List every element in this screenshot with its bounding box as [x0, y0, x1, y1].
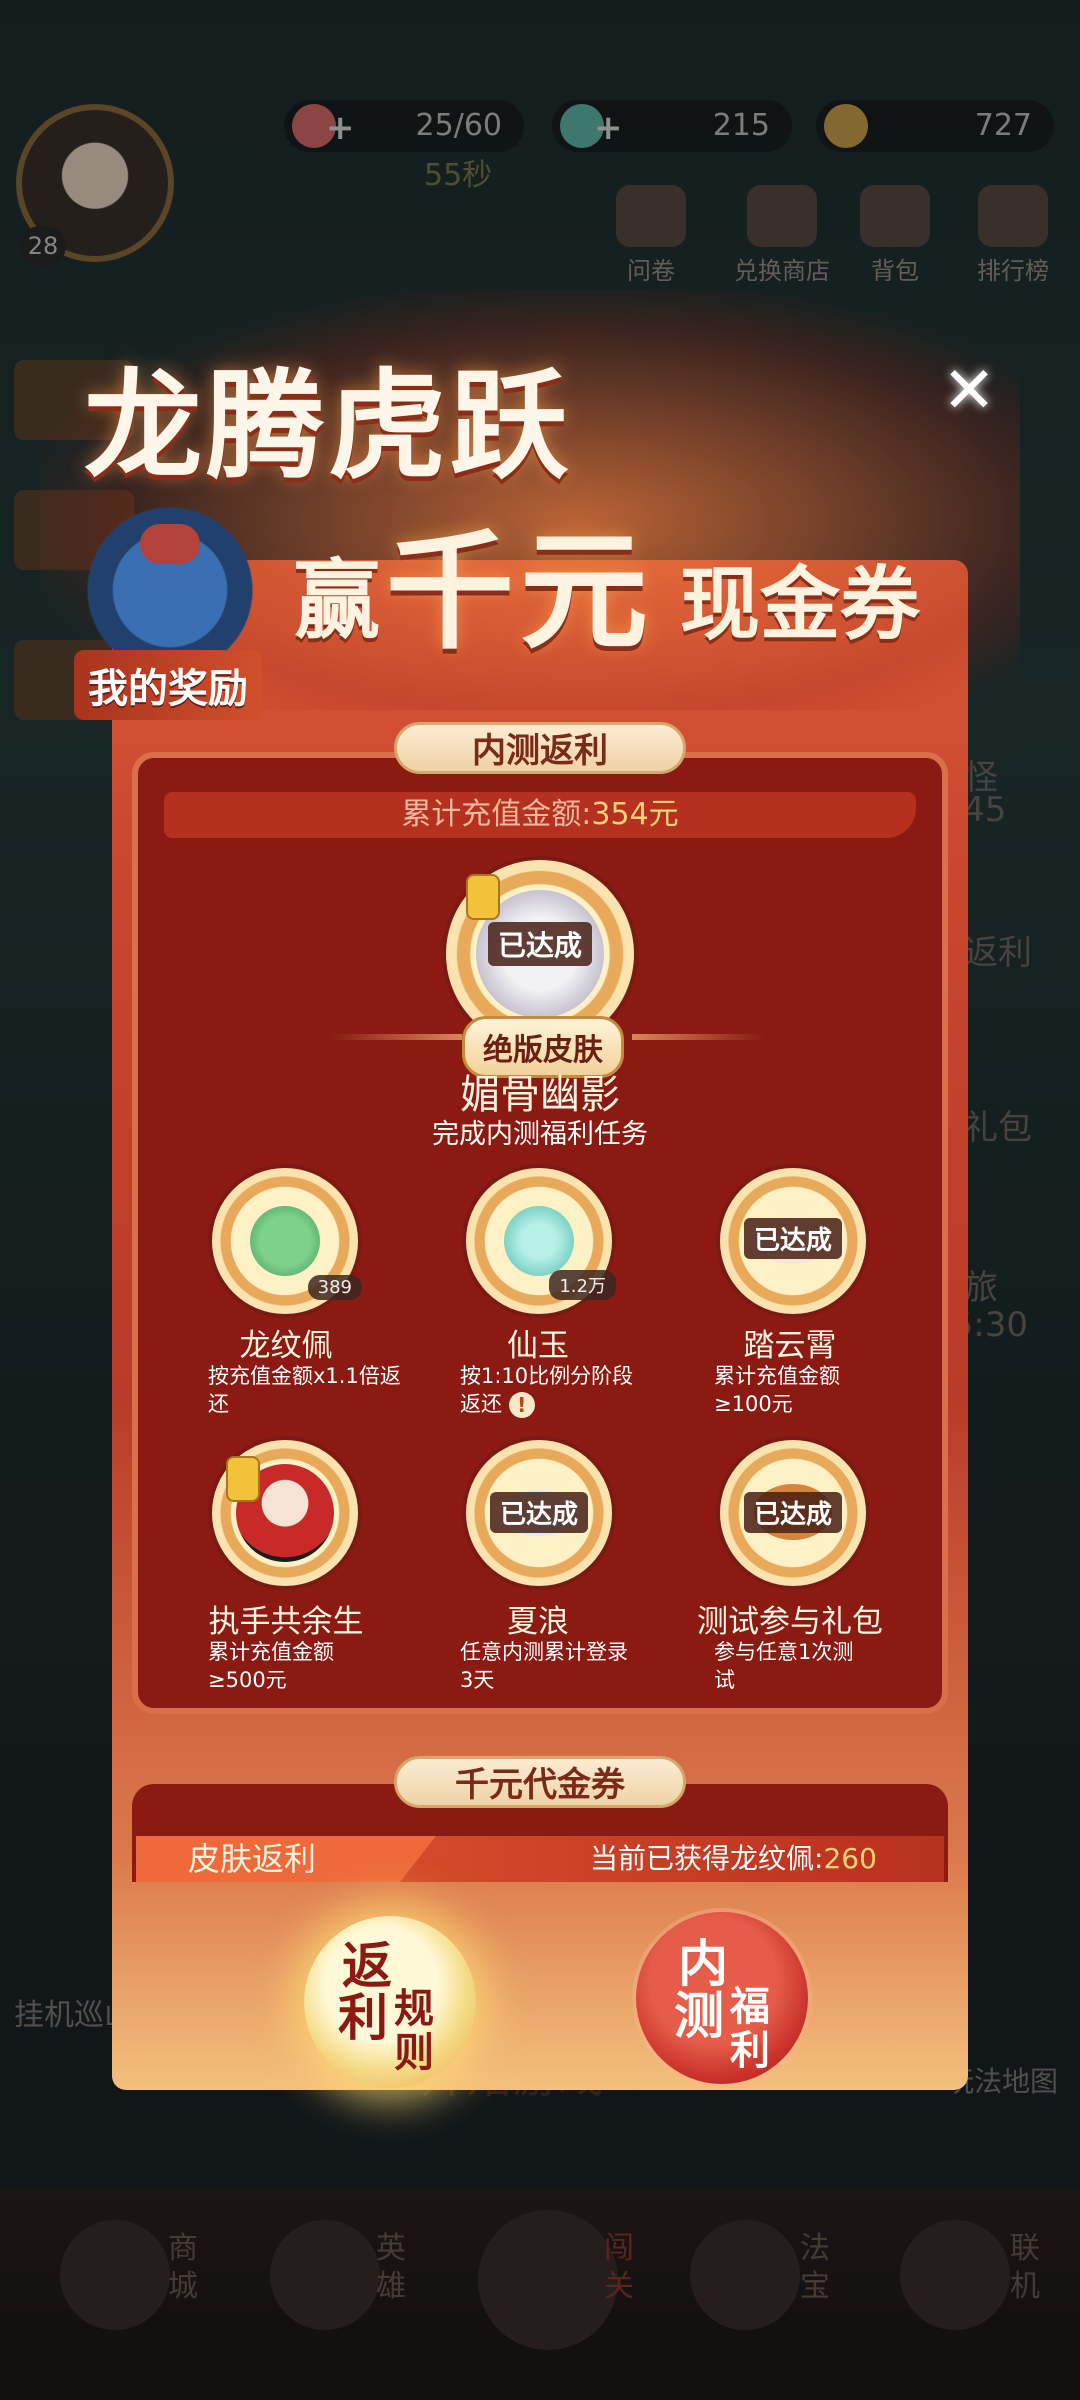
dragon-pendant-icon	[250, 1206, 320, 1276]
event-subtitle-thousand: 千元	[386, 517, 655, 667]
item-name: 夏浪	[507, 1604, 569, 1640]
section-title-voucher: 千元代金券	[394, 1756, 686, 1808]
item-name: 仙玉	[507, 1328, 569, 1364]
bag-knot	[140, 524, 200, 564]
skin-rebate-tab[interactable]: 皮肤返利	[136, 1836, 436, 1882]
item-desc: 按充值金额x1.1倍返还	[208, 1364, 401, 1416]
btn-char: 利	[730, 2027, 770, 2074]
lock-tag-icon	[226, 1456, 260, 1502]
reward-item-jade[interactable]: 1.2万	[466, 1168, 616, 1314]
badge-wing-left	[330, 1034, 462, 1040]
progress-label: 当前已获得龙纹佩:	[590, 1842, 824, 1875]
recharge-total-bar: 累计充值金额:354元	[164, 792, 916, 838]
btn-char: 测	[674, 1986, 724, 2045]
item-desc: 累计充值金额≥500元	[208, 1640, 334, 1692]
item-name: 龙纹佩	[239, 1328, 333, 1364]
done-badge: 已达成	[743, 1492, 843, 1533]
item-desc: 任意内测累计登录3天	[460, 1640, 628, 1692]
btn-char: 利	[338, 1988, 388, 2047]
badge-wing-right	[632, 1034, 764, 1040]
event-title: 龙腾虎跃	[84, 356, 573, 495]
done-badge: 已达成	[743, 1218, 843, 1259]
item-name: 踏云霄	[743, 1328, 837, 1364]
jade-icon	[504, 1206, 574, 1276]
done-badge: 已达成	[487, 922, 593, 966]
section-title-rebate: 内测返利	[394, 722, 686, 774]
beta-welfare-button[interactable]: 内 测 福 利	[636, 1912, 808, 2084]
done-badge: 已达成	[489, 1492, 589, 1533]
recharge-label: 累计充值金额:	[401, 797, 592, 832]
reward-item-gift-pack[interactable]: 已达成	[720, 1440, 866, 1586]
dragon-pendant-progress: 当前已获得龙纹佩:260	[590, 1836, 877, 1882]
item-desc-text: 按1:10比例分阶段返还	[460, 1364, 634, 1416]
my-rewards-button[interactable]: 我的奖励	[74, 650, 262, 720]
close-button[interactable]: ✕	[934, 356, 1004, 426]
item-name: 执手共余生	[208, 1604, 364, 1640]
event-subtitle-win: 赢	[294, 550, 380, 651]
progress-value: 260	[823, 1842, 877, 1875]
reward-item-wave[interactable]: 已达成	[466, 1440, 612, 1586]
reward-item-cloud[interactable]: 已达成	[720, 1168, 866, 1314]
item-count: 1.2万	[549, 1270, 616, 1300]
recharge-amount: 354元	[591, 797, 679, 832]
item-desc: 按1:10比例分阶段返还 !	[460, 1362, 640, 1418]
event-subtitle-voucher: 现金券	[680, 557, 920, 651]
item-desc: 参与任意1次测试	[714, 1640, 854, 1692]
btn-char: 则	[394, 2029, 434, 2076]
main-reward-desc: 完成内测福利任务	[432, 1119, 648, 1150]
lock-tag-icon	[466, 874, 500, 920]
reward-item-dragon-pendant[interactable]: 389	[212, 1168, 362, 1314]
item-desc: 累计充值金额≥100元	[714, 1364, 840, 1416]
info-icon[interactable]: !	[508, 1392, 535, 1418]
rebate-rules-button[interactable]: 返 利 规 则	[304, 1916, 476, 2088]
item-name: 测试参与礼包	[697, 1604, 883, 1640]
item-count: 389	[307, 1275, 362, 1300]
